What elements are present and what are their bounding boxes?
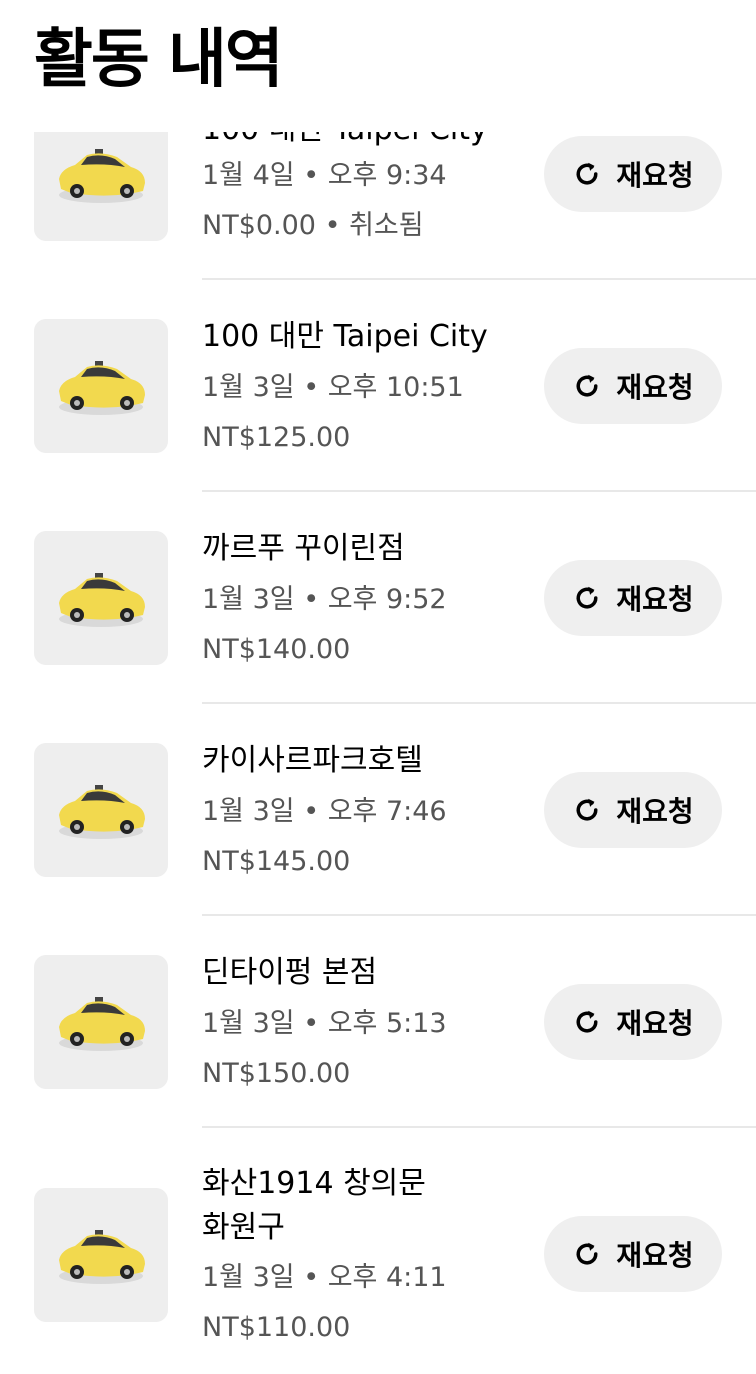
refresh-icon <box>576 162 598 185</box>
refresh-icon <box>576 1242 598 1265</box>
divider <box>202 1126 756 1128</box>
rerequest-label: 재요청 <box>616 583 694 616</box>
taxi-car-icon <box>59 997 145 1051</box>
trip-price: NT$150.00 <box>202 1058 351 1089</box>
trip-destination: 화산1914 창의문화원구 <box>202 1166 426 1245</box>
divider <box>202 914 756 916</box>
rerequest-label: 재요청 <box>616 371 694 404</box>
trip-datetime: 1월 3일 • 오후 10:51 <box>202 372 464 403</box>
taxi-car-icon <box>59 1230 145 1284</box>
trip-thumbnail <box>34 1188 168 1322</box>
trip-datetime: 1월 4일 • 오후 9:34 <box>202 160 447 191</box>
rerequest-button[interactable]: 재요청 <box>544 348 722 424</box>
trip-thumbnail <box>34 319 168 453</box>
rerequest-label: 재요청 <box>616 159 694 192</box>
trip-thumbnail <box>34 531 168 665</box>
refresh-icon <box>576 374 598 397</box>
trip-price: NT$140.00 <box>202 634 351 665</box>
trip-thumbnail <box>34 955 168 1089</box>
trip-datetime: 1월 3일 • 오후 7:46 <box>202 796 447 827</box>
trip-datetime: 1월 3일 • 오후 9:52 <box>202 584 447 615</box>
rerequest-label: 재요청 <box>616 1007 694 1040</box>
trip-destination: 까르푸 꾸이린점 <box>202 531 405 566</box>
trip-destination: 100 대만 Taipei City <box>202 319 488 354</box>
divider <box>202 278 756 280</box>
activity-list: 100 대만 Taipei City 1월 4일 • 오후 9:34 NT$0.… <box>0 0 756 1374</box>
rerequest-button[interactable]: 재요청 <box>544 560 722 636</box>
rerequest-label: 재요청 <box>616 795 694 828</box>
trip-thumbnail <box>34 743 168 877</box>
trip-datetime: 1월 3일 • 오후 5:13 <box>202 1008 447 1039</box>
divider <box>202 702 756 704</box>
rerequest-button[interactable]: 재요청 <box>544 136 722 212</box>
trip-datetime: 1월 3일 • 오후 4:11 <box>202 1262 447 1293</box>
taxi-car-icon <box>59 573 145 627</box>
page-title: 활동 내역 <box>34 23 284 97</box>
taxi-car-icon <box>59 785 145 839</box>
rerequest-button[interactable]: 재요청 <box>544 772 722 848</box>
trip-destination: 카이사르파크호텔 <box>202 743 423 778</box>
page-header: 활동 내역 <box>0 0 756 132</box>
trip-price: NT$145.00 <box>202 846 351 877</box>
rerequest-button[interactable]: 재요청 <box>544 1216 722 1292</box>
trip-price: NT$110.00 <box>202 1312 351 1343</box>
rerequest-label: 재요청 <box>616 1239 694 1272</box>
refresh-icon <box>576 1010 598 1033</box>
refresh-icon <box>576 798 598 821</box>
trip-price: NT$0.00 • 취소됨 <box>202 210 424 241</box>
rerequest-button[interactable]: 재요청 <box>544 984 722 1060</box>
refresh-icon <box>576 586 598 609</box>
trip-price: NT$125.00 <box>202 422 351 453</box>
taxi-car-icon <box>59 149 145 203</box>
trip-destination: 딘타이펑 본점 <box>202 955 378 990</box>
taxi-car-icon <box>59 361 145 415</box>
divider <box>202 490 756 492</box>
